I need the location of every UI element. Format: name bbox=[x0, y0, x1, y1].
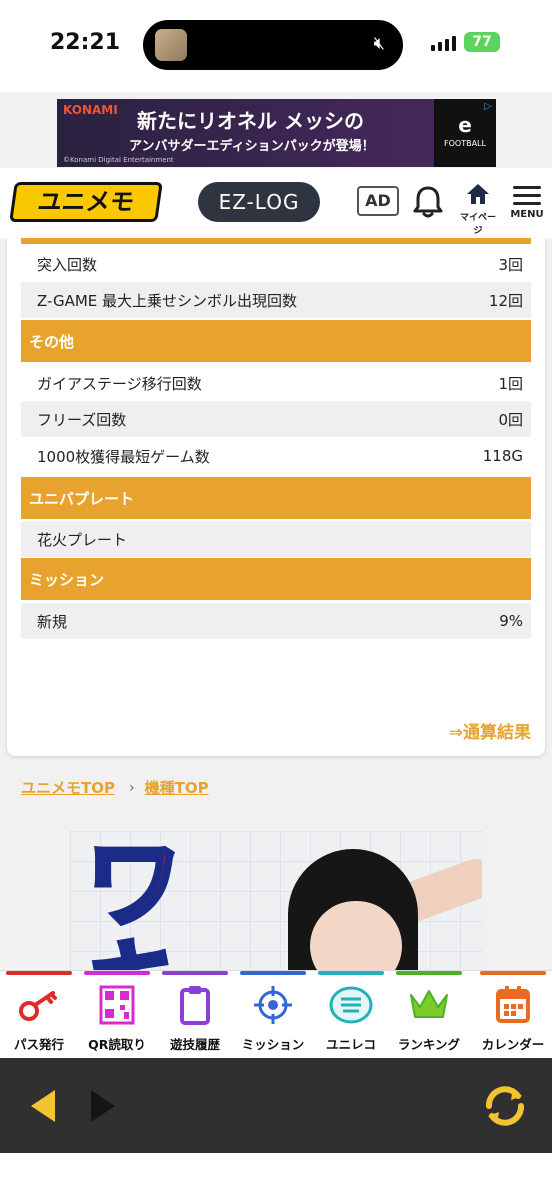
tab-play-history[interactable]: 遊技履歴 bbox=[158, 971, 232, 1059]
tab-mission[interactable]: ミッション bbox=[236, 971, 310, 1059]
promo-title-text: ワキ bbox=[84, 831, 185, 977]
efootball-mark: e bbox=[458, 113, 472, 137]
stats-value: 9% bbox=[499, 612, 523, 630]
section-header-partial bbox=[21, 238, 531, 244]
tab-indicator bbox=[6, 971, 72, 975]
promo-image[interactable]: ワキ bbox=[70, 831, 482, 976]
mute-icon: 🔇︎ bbox=[373, 33, 385, 54]
stats-label: 新規 bbox=[37, 612, 68, 631]
tab-indicator bbox=[396, 971, 462, 975]
key-icon bbox=[19, 991, 57, 1021]
section-header-mission: ミッション bbox=[21, 558, 531, 600]
stats-row: 新規 9% bbox=[21, 603, 531, 639]
tab-calendar[interactable]: カレンダー bbox=[476, 971, 550, 1059]
ezlog-button[interactable]: EZ-LOG bbox=[198, 182, 320, 222]
stats-value: 1回 bbox=[498, 374, 523, 393]
unireco-badge-icon bbox=[329, 986, 373, 1024]
tab-indicator bbox=[240, 971, 306, 975]
forward-arrow-icon[interactable] bbox=[88, 1088, 118, 1124]
stats-label: 花火プレート bbox=[37, 530, 128, 549]
chevron-right-icon: › bbox=[128, 779, 135, 796]
bottom-tab-bar: パス発行 QR読取り 遊技履歴 ミッション ユニレコ ランキング カレンダー bbox=[0, 970, 552, 1058]
efootball-text: FOOTBALL bbox=[444, 139, 486, 148]
tab-unireco[interactable]: ユニレコ bbox=[314, 971, 388, 1059]
tab-indicator bbox=[480, 971, 546, 975]
back-arrow-icon[interactable] bbox=[28, 1088, 58, 1124]
status-bar: 22:21 🔇︎ 77 bbox=[0, 0, 552, 92]
stats-value: 12回 bbox=[488, 291, 523, 310]
battery-icon: 77 bbox=[464, 32, 500, 52]
stats-value: 118G bbox=[482, 447, 523, 465]
stats-label: 突入回数 bbox=[37, 255, 98, 274]
home-icon bbox=[467, 184, 489, 204]
stats-label: フリーズ回数 bbox=[37, 410, 127, 429]
ad-choices-icon[interactable]: ▷ bbox=[484, 101, 492, 112]
total-results-link[interactable]: ⇒通算結果 bbox=[449, 718, 531, 743]
ad-button[interactable]: AD bbox=[357, 186, 399, 216]
stats-row: 突入回数 3回 bbox=[21, 246, 531, 282]
tab-pass-issue[interactable]: パス発行 bbox=[2, 971, 76, 1059]
site-logo[interactable]: ユニメモ bbox=[9, 182, 163, 222]
breadcrumb-model-link[interactable]: 機種TOP bbox=[145, 777, 209, 798]
breadcrumb: ユニメモTOP › 機種TOP bbox=[21, 777, 209, 798]
section-header-plate: ユニバプレート bbox=[21, 477, 531, 519]
dynamic-island: 🔇︎ bbox=[143, 20, 403, 70]
stats-row: 花火プレート bbox=[21, 521, 531, 557]
now-playing-thumbnail bbox=[155, 29, 187, 61]
status-time: 22:21 bbox=[50, 30, 121, 55]
crown-icon bbox=[410, 990, 448, 1018]
tab-indicator bbox=[318, 971, 384, 975]
browser-toolbar bbox=[0, 1058, 552, 1153]
stats-label: ガイアステージ移行回数 bbox=[37, 374, 202, 393]
tab-qr-read[interactable]: QR読取り bbox=[80, 971, 154, 1059]
qr-code-icon bbox=[99, 985, 135, 1025]
stats-row: 1000枚獲得最短ゲーム数 118G bbox=[21, 438, 531, 474]
section-header-other: その他 bbox=[21, 320, 531, 362]
clipboard-icon bbox=[180, 986, 210, 1025]
tab-label: ミッション bbox=[241, 1037, 305, 1052]
signal-icon bbox=[431, 36, 456, 51]
ad-brand: KONAMI bbox=[63, 103, 118, 117]
tab-indicator bbox=[84, 971, 150, 975]
stats-row: Z-GAME 最大上乗せシンボル出現回数 12回 bbox=[21, 282, 531, 318]
tab-label: カレンダー bbox=[481, 1037, 545, 1052]
mypage-button[interactable]: マイページ bbox=[458, 182, 498, 236]
home-indicator-area bbox=[0, 1153, 552, 1200]
tab-label: ユニレコ bbox=[325, 1037, 376, 1052]
stats-value: 3回 bbox=[498, 255, 523, 274]
ad-credit: ©Konami Digital Entertainment bbox=[63, 156, 174, 164]
menu-label: MENU bbox=[510, 209, 544, 220]
site-header: ユニメモ EZ-LOG AD マイページ MENU bbox=[0, 168, 552, 238]
breadcrumb-home-link[interactable]: ユニメモTOP bbox=[21, 777, 115, 798]
tab-label: QR読取り bbox=[88, 1037, 146, 1052]
stats-label: 1000枚獲得最短ゲーム数 bbox=[37, 447, 210, 466]
tab-label: パス発行 bbox=[13, 1037, 64, 1052]
mypage-label: マイページ bbox=[459, 213, 496, 236]
stats-row: フリーズ回数 0回 bbox=[21, 401, 531, 437]
ad-subline: アンバサダーエディションパックが登場！ bbox=[129, 139, 375, 154]
stats-row: ガイアステージ移行回数 1回 bbox=[21, 365, 531, 401]
calendar-icon bbox=[496, 986, 530, 1023]
tab-label: ランキング bbox=[397, 1037, 461, 1052]
bell-icon[interactable] bbox=[412, 184, 444, 220]
stats-label: Z-GAME 最大上乗せシンボル出現回数 bbox=[37, 291, 298, 310]
ad-banner[interactable]: KONAMI 新たにリオネル メッシの アンバサダーエディションパックが登場！ … bbox=[57, 99, 496, 167]
hamburger-icon bbox=[510, 186, 544, 205]
stats-card: 突入回数 3回 Z-GAME 最大上乗せシンボル出現回数 12回 その他 ガイア… bbox=[7, 238, 545, 756]
tab-label: 遊技履歴 bbox=[169, 1037, 220, 1052]
reload-icon[interactable] bbox=[480, 1082, 530, 1130]
ad-headline: 新たにリオネル メッシの bbox=[137, 109, 364, 133]
stats-value: 0回 bbox=[498, 410, 523, 429]
tab-ranking[interactable]: ランキング bbox=[392, 971, 466, 1059]
tab-indicator bbox=[162, 971, 228, 975]
menu-button[interactable]: MENU bbox=[510, 186, 544, 220]
crosshair-icon bbox=[254, 986, 292, 1024]
